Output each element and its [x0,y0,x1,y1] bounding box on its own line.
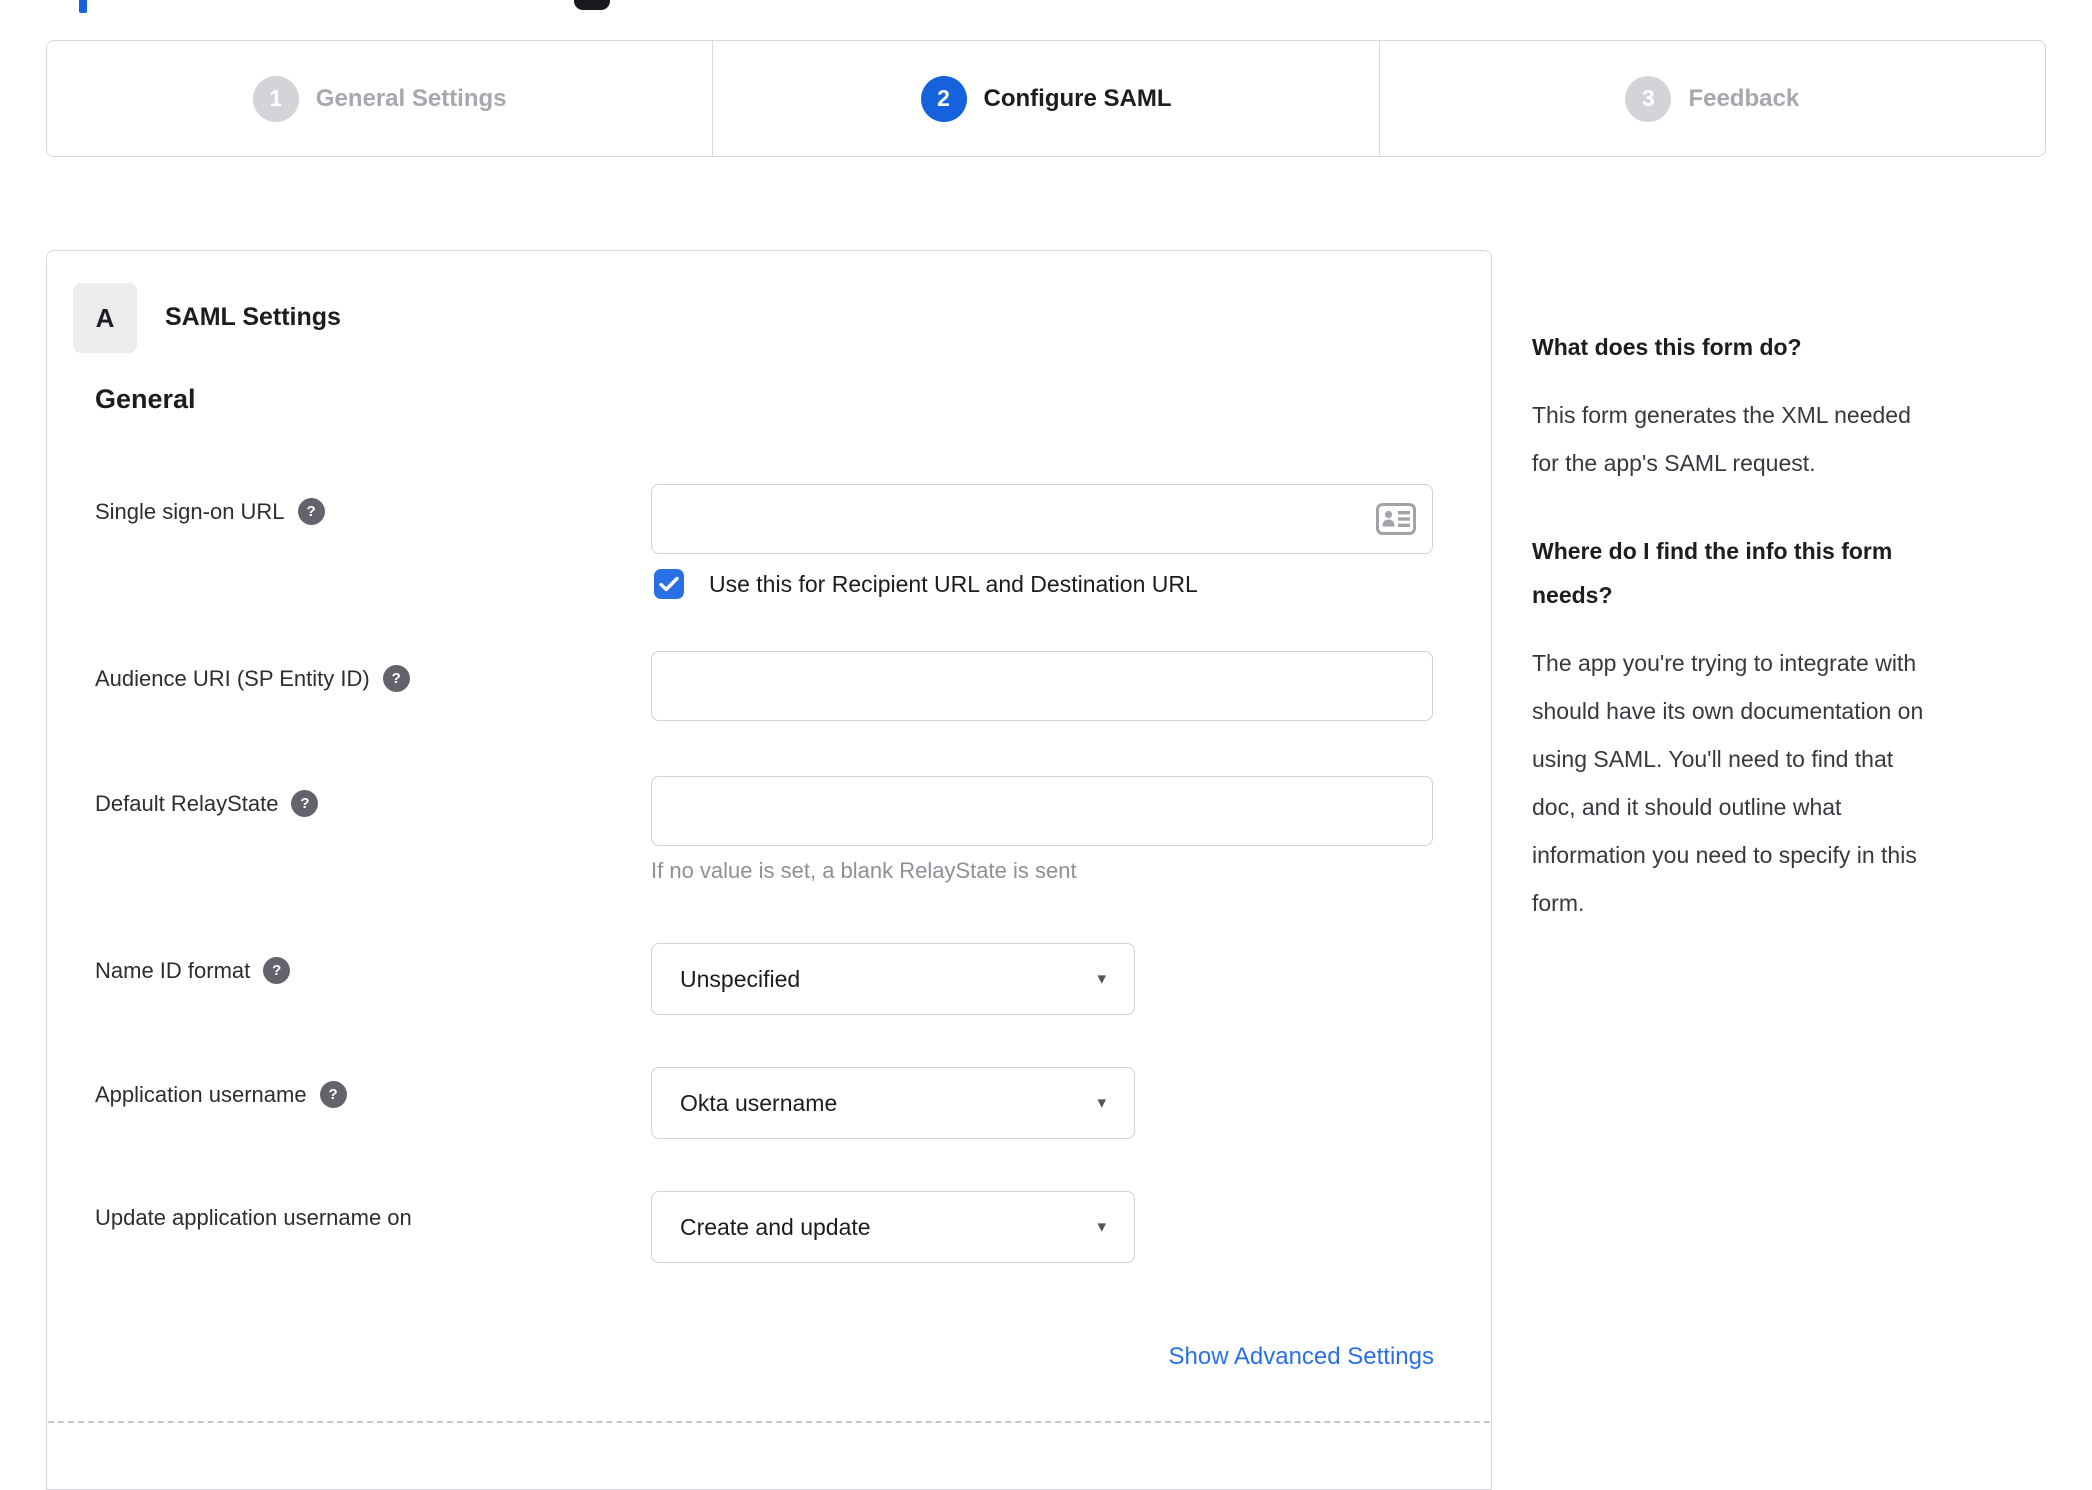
field-label: Application username ? [95,1081,347,1108]
field-label-text: Name ID format [95,957,251,983]
use-for-recipient-destination-checkbox[interactable] [654,569,684,599]
help-text-line: form. [1532,890,1585,916]
contact-card-icon[interactable] [1376,502,1416,536]
step-general-settings[interactable]: 1 General Settings [47,41,712,156]
select-value: Unspecified [680,965,801,992]
relaystate-hint-text: If no value is set, a blank RelayState i… [651,858,1077,883]
help-heading-where: Where do I find the info this form needs… [1532,529,2054,617]
checkbox-label: Use this for Recipient URL and Destinati… [709,570,1198,597]
field-row-name-id-format: Name ID format ? Unspecified ▾ [47,943,1491,1015]
field-row-application-username: Application username ? Okta username ▾ [47,1067,1491,1139]
field-label-text: Single sign-on URL [95,498,285,524]
help-text-line: using SAML. You'll need to find that [1532,746,1894,772]
help-icon[interactable]: ? [319,1081,347,1108]
recipient-url-checkbox-row: Use this for Recipient URL and Destinati… [654,569,1198,599]
field-label: Default RelayState ? [95,790,319,817]
step-label: Configure SAML [983,84,1172,112]
chevron-down-icon: ▾ [1097,1217,1106,1236]
field-label-text: Default RelayState [95,790,279,816]
help-icon[interactable]: ? [297,498,325,525]
show-advanced-settings-link[interactable]: Show Advanced Settings [1168,1343,1434,1371]
help-heading-what: What does this form do? [1532,334,1802,360]
single-sign-on-url-input[interactable] [651,484,1433,554]
help-icon[interactable]: ? [291,790,319,817]
step-label: Feedback [1688,84,1800,112]
field-label-text: Update application username on [95,1205,412,1230]
help-text-line: doc, and it should outline what [1532,794,1842,820]
help-sidebar: What does this form do? This form genera… [1532,325,2054,927]
section-dashed-divider [48,1421,1490,1423]
step-configure-saml[interactable]: 2 Configure SAML [712,41,1378,156]
field-row-single-sign-on-url: Single sign-on URL ? Use this for Recipi… [47,484,1491,599]
help-paragraph-what: This form generates the XML needed for t… [1532,391,2054,487]
field-label-text: Audience URI (SP Entity ID) [95,665,370,691]
help-heading-line: needs? [1532,582,1613,608]
chevron-down-icon: ▾ [1097,1093,1106,1112]
section-a-badge: A [73,283,137,353]
field-label: Name ID format ? [95,957,291,984]
checkmark-icon [659,576,679,592]
step-number-badge: 3 [1625,75,1672,122]
header-cutoff-blue-mark [79,0,87,13]
select-value: Create and update [680,1213,871,1240]
help-paragraph-where: The app you're trying to integrate with … [1532,639,2054,927]
help-text-line: The app you're trying to integrate with [1532,650,1917,676]
field-label-text: Application username [95,1081,307,1107]
update-application-username-select[interactable]: Create and update ▾ [651,1191,1135,1263]
help-text-line: should have its own documentation on [1532,698,1924,724]
help-text-line: information you need to specify in this [1532,842,1917,868]
wizard-stepper: 1 General Settings 2 Configure SAML 3 Fe… [46,40,2046,157]
audience-uri-input[interactable] [651,651,1433,721]
help-text-line: for the app's SAML request. [1532,450,1816,476]
default-relaystate-input[interactable] [651,776,1433,846]
application-username-select[interactable]: Okta username ▾ [651,1067,1135,1139]
field-label: Single sign-on URL ? [95,498,325,525]
help-icon[interactable]: ? [263,957,291,984]
step-feedback[interactable]: 3 Feedback [1378,41,2045,156]
section-title: SAML Settings [165,303,341,331]
general-group-heading: General [95,384,196,414]
field-row-audience-uri: Audience URI (SP Entity ID) ? [47,651,1491,721]
step-number-badge: 2 [920,75,967,122]
field-label: Audience URI (SP Entity ID) ? [95,665,410,692]
field-label: Update application username on [95,1205,412,1231]
field-row-update-application-username: Update application username on Create an… [47,1191,1491,1263]
name-id-format-select[interactable]: Unspecified ▾ [651,943,1135,1015]
help-text-line: This form generates the XML needed [1532,402,1911,428]
help-heading-line: Where do I find the info this form [1532,538,1893,564]
step-label: General Settings [315,84,507,112]
select-value: Okta username [680,1089,838,1116]
field-row-default-relaystate: Default RelayState ? If no value is set,… [47,776,1491,883]
help-icon[interactable]: ? [382,665,410,692]
header-cutoff-logo-fragment [574,0,610,10]
chevron-down-icon: ▾ [1097,969,1106,988]
saml-settings-panel: A SAML Settings General Single sign-on U… [46,250,1492,1490]
step-number-badge: 1 [252,75,299,122]
